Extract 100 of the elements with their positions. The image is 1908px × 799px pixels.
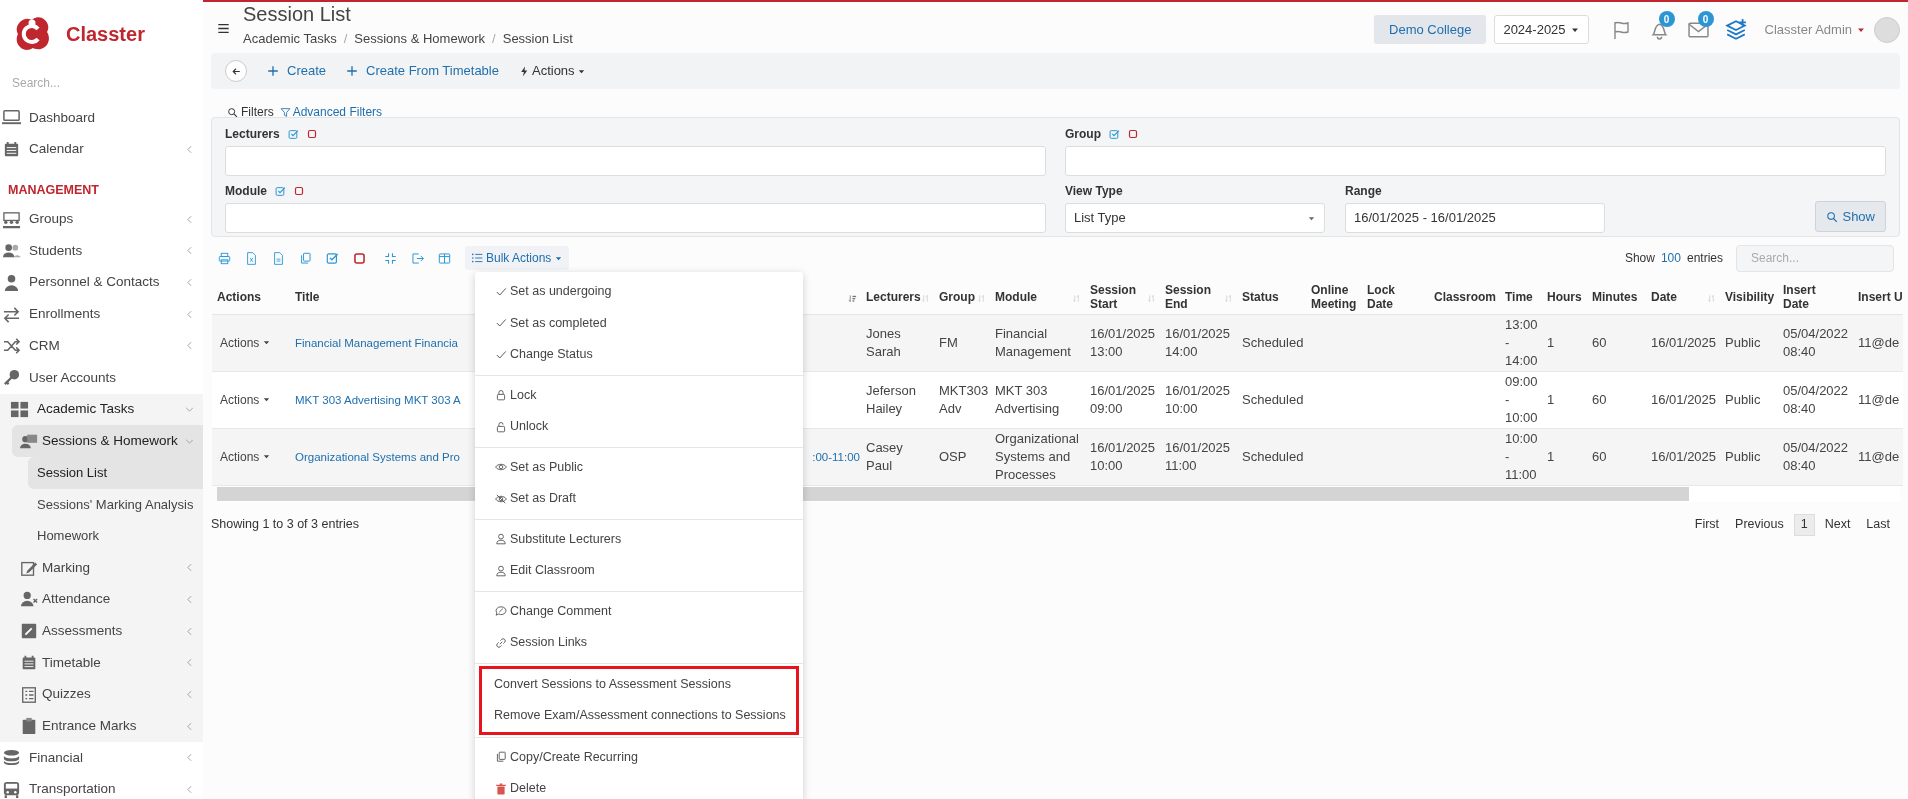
- sidebar-subitem[interactable]: Homework: [28, 520, 203, 552]
- square-icon[interactable]: [306, 129, 317, 139]
- square-icon[interactable]: [353, 251, 366, 265]
- column-header[interactable]: Status: [1242, 290, 1302, 305]
- actions-menu-button[interactable]: Actions: [518, 61, 586, 81]
- check-square-icon[interactable]: [275, 185, 286, 197]
- menu-item[interactable]: Set as completed: [475, 307, 803, 339]
- row-actions-button[interactable]: Actions: [220, 333, 272, 352]
- column-header[interactable]: Minutes: [1592, 290, 1642, 305]
- pagination-button[interactable]: Last: [1860, 513, 1896, 536]
- sidebar-item[interactable]: Entrance Marks: [12, 710, 203, 743]
- view-type-select[interactable]: List Type: [1065, 203, 1325, 233]
- export-icon[interactable]: [411, 251, 424, 265]
- menu-item[interactable]: Session Links: [475, 627, 803, 659]
- sidebar-item[interactable]: Enrollments: [0, 298, 203, 331]
- row-actions-button[interactable]: Actions: [220, 447, 272, 466]
- breadcrumb-link[interactable]: Academic Tasks: [243, 29, 337, 49]
- menu-item[interactable]: Unlock: [475, 411, 803, 443]
- sidebar-item[interactable]: Calendar: [0, 133, 203, 166]
- menu-item[interactable]: Set as Draft: [475, 483, 803, 515]
- check-square-icon[interactable]: [326, 251, 339, 265]
- advanced-filters-link[interactable]: Advanced Filters: [279, 103, 383, 121]
- columns-icon[interactable]: [438, 251, 451, 265]
- square-icon[interactable]: [294, 186, 304, 196]
- sidebar-item[interactable]: Timetable: [12, 647, 203, 679]
- create-button[interactable]: Create From Timetable: [346, 61, 499, 81]
- page-length-select[interactable]: 100: [1660, 249, 1681, 267]
- copy-icon[interactable]: [299, 251, 312, 265]
- check-square-icon[interactable]: [287, 128, 299, 140]
- column-header[interactable]: Group: [939, 290, 986, 305]
- column-header[interactable]: Date: [1651, 290, 1716, 305]
- sidebar-item[interactable]: Financial: [0, 742, 203, 774]
- square-icon[interactable]: [1128, 129, 1138, 139]
- column-header[interactable]: Actions: [217, 290, 286, 305]
- session-title-link[interactable]: Financial Management Financia: [295, 336, 458, 349]
- menu-item[interactable]: Set as Public: [475, 451, 803, 483]
- sidebar-item[interactable]: User Accounts: [0, 361, 203, 394]
- check-square-icon[interactable]: [1109, 128, 1120, 140]
- sidebar-item[interactable]: Quizzes: [12, 678, 203, 711]
- layers-plus-icon[interactable]: [1724, 18, 1747, 41]
- year-select[interactable]: 2024-2025: [1494, 15, 1589, 44]
- menu-item[interactable]: Change Status: [475, 339, 803, 371]
- show-button[interactable]: Show: [1815, 201, 1886, 232]
- college-button[interactable]: Demo College: [1374, 15, 1487, 44]
- filter-input-field[interactable]: [225, 203, 1046, 233]
- spreadsheet-file-icon[interactable]: [245, 251, 258, 265]
- pagination-button[interactable]: First: [1688, 513, 1726, 536]
- sidebar-item[interactable]: Dashboard: [0, 102, 203, 134]
- column-header[interactable]: Session End: [1165, 283, 1233, 312]
- row-actions-button[interactable]: Actions: [220, 390, 272, 409]
- menu-item[interactable]: Edit Classroom: [475, 555, 803, 587]
- menu-icon[interactable]: [217, 22, 230, 35]
- sidebar-item[interactable]: Assessments: [12, 615, 203, 647]
- session-title-link[interactable]: Organizational Systems and Pro: [295, 450, 460, 463]
- sidebar-subitem[interactable]: Session List: [28, 456, 203, 489]
- column-header[interactable]: Visibility: [1725, 290, 1774, 305]
- create-button[interactable]: Create: [267, 61, 327, 81]
- column-header[interactable]: Module: [995, 290, 1081, 305]
- sidebar-item[interactable]: Academic Tasks: [0, 393, 203, 426]
- sidebar-item[interactable]: CRM: [0, 330, 203, 362]
- sort-descending-icon[interactable]: [848, 294, 857, 303]
- session-title-link[interactable]: MKT 303 Advertising MKT 303 A: [295, 393, 461, 406]
- sidebar-item[interactable]: Attendance: [12, 583, 203, 616]
- menu-item[interactable]: Change Comment: [475, 595, 803, 627]
- compress-icon[interactable]: [384, 251, 397, 265]
- column-header[interactable]: Classroom: [1434, 290, 1496, 305]
- column-header[interactable]: Lecturers: [866, 290, 930, 305]
- column-header[interactable]: Lock Date: [1367, 283, 1425, 312]
- menu-item[interactable]: Set as undergoing: [475, 276, 803, 308]
- sidebar-item[interactable]: Transportation: [0, 773, 203, 799]
- bulk-actions-button[interactable]: Bulk Actions: [465, 246, 570, 270]
- menu-item[interactable]: Substitute Lecturers: [475, 523, 803, 555]
- range-field[interactable]: 16/01/2025 - 16/01/2025: [1345, 203, 1605, 233]
- breadcrumb-link[interactable]: Session List: [502, 29, 573, 49]
- back-button[interactable]: [225, 60, 247, 82]
- sidebar-search-field[interactable]: Search...: [12, 68, 191, 98]
- pagination-button[interactable]: Previous: [1729, 513, 1790, 536]
- column-header[interactable]: Hours: [1547, 290, 1583, 305]
- menu-item[interactable]: Copy/Create Recurring: [475, 741, 803, 773]
- sidebar-item[interactable]: Groups: [0, 203, 203, 236]
- column-header[interactable]: Session Start: [1090, 283, 1156, 312]
- menu-item[interactable]: Remove Exam/Assessment connections to Sessions: [482, 700, 796, 732]
- column-header[interactable]: Insert Date: [1783, 283, 1849, 312]
- printer-icon[interactable]: [218, 251, 231, 265]
- breadcrumb-link[interactable]: Sessions & Homework: [354, 29, 486, 49]
- sidebar-item[interactable]: Personnel & Contacts: [0, 266, 203, 299]
- user-menu[interactable]: Classter Admin: [1764, 19, 1866, 40]
- column-header[interactable]: Online Meeting: [1311, 283, 1358, 312]
- document-file-icon[interactable]: [272, 251, 285, 265]
- sidebar-subitem[interactable]: Sessions' Marking Analysis: [28, 488, 203, 521]
- pagination-button[interactable]: 1: [1793, 513, 1815, 536]
- column-header[interactable]: Insert U: [1858, 290, 1903, 305]
- sidebar-item[interactable]: Marking: [12, 551, 203, 584]
- pagination-button[interactable]: Next: [1818, 513, 1857, 536]
- menu-item[interactable]: Delete: [475, 773, 803, 799]
- menu-item[interactable]: Convert Sessions to Assessment Sessions: [482, 668, 796, 700]
- filter-input-field[interactable]: [1065, 146, 1886, 176]
- sidebar-item[interactable]: Students: [0, 235, 203, 267]
- filter-input-field[interactable]: [225, 146, 1046, 176]
- menu-item[interactable]: Lock: [475, 379, 803, 411]
